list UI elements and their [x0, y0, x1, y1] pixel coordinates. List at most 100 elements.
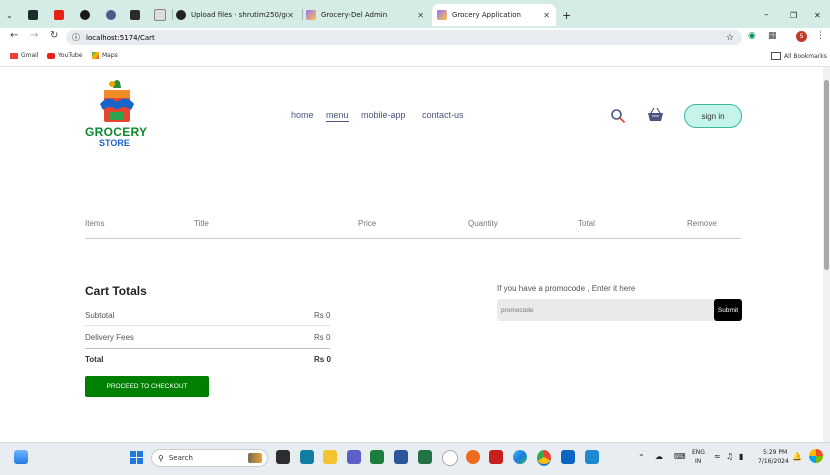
logo[interactable] [96, 78, 138, 124]
tab-github[interactable]: Upload files · shrutim250/groc ✕ [176, 4, 300, 26]
volume-icon[interactable]: ♫ [726, 452, 733, 461]
promo-instructions: If you have a promocode , Enter it here [497, 284, 636, 293]
minimize-button[interactable]: – [764, 4, 769, 26]
column-header-items: Items [85, 219, 105, 228]
app-icon[interactable] [442, 450, 458, 466]
edge-icon[interactable] [513, 450, 527, 464]
search-highlight-icon [248, 453, 262, 463]
nav-home[interactable]: home [291, 110, 314, 120]
nav-contact-us[interactable]: contact-us [422, 110, 464, 120]
app-icon [154, 9, 166, 21]
app-icon [80, 10, 90, 20]
tab-grocery-application[interactable]: Grocery Application ✕ [432, 4, 556, 26]
proceed-to-checkout-button[interactable]: PROCEED TO CHECKOUT [85, 376, 209, 397]
app-icon[interactable] [370, 450, 384, 464]
widgets-icon[interactable] [14, 450, 28, 464]
pinned-tab-4[interactable] [106, 4, 124, 26]
all-bookmarks[interactable]: All Bookmarks [771, 52, 827, 60]
battery-icon[interactable]: ▮ [739, 452, 743, 461]
pinned-tab-3[interactable] [80, 4, 98, 26]
promo-submit-button[interactable]: Submit [714, 299, 742, 321]
nav-mobile-app[interactable]: mobile-app [361, 110, 406, 120]
youtube-icon [47, 52, 55, 59]
delivery-fees-label: Delivery Fees [85, 333, 134, 342]
close-icon[interactable]: ✕ [417, 11, 430, 20]
tab-label: Grocery-Del Admin [321, 11, 388, 19]
scrollbar-thumb[interactable] [824, 80, 829, 270]
table-divider [85, 238, 741, 239]
vscode-icon[interactable] [585, 450, 599, 464]
teams-icon[interactable] [347, 450, 361, 464]
task-view-icon[interactable] [276, 450, 290, 464]
bookmark-gmail[interactable]: Gmail [10, 52, 39, 59]
restore-button[interactable]: ❐ [790, 4, 797, 26]
sign-in-button[interactable]: sign in [684, 104, 742, 128]
promocode-input[interactable] [501, 303, 701, 317]
new-tab-button[interactable]: + [562, 4, 576, 26]
pinned-tab-2[interactable] [54, 4, 72, 26]
bookmark-youtube[interactable]: YouTube [47, 52, 82, 59]
copilot-icon[interactable] [809, 449, 823, 463]
back-arrow-icon[interactable]: ← [10, 30, 18, 41]
youtube-icon [54, 10, 64, 20]
app-icon [106, 10, 116, 20]
language-line2[interactable]: IN [695, 458, 701, 465]
linkedin-icon[interactable] [561, 450, 575, 464]
window-close-button[interactable]: ✕ [814, 4, 821, 26]
nav-menu[interactable]: menu [326, 110, 349, 122]
puzzle-icon[interactable]: ▦ [768, 31, 777, 41]
bookmark-label: All Bookmarks [784, 52, 827, 60]
vite-icon [437, 10, 447, 20]
profile-avatar[interactable]: S [796, 31, 807, 42]
divider [85, 348, 330, 349]
keyboard-icon[interactable]: ⌨ [674, 452, 686, 461]
excel-icon[interactable] [418, 450, 432, 464]
star-icon[interactable]: ☆ [726, 33, 734, 43]
pinned-tab-1[interactable] [28, 4, 46, 26]
app-icon[interactable] [300, 450, 314, 464]
taskbar [0, 442, 830, 475]
basket-icon[interactable] [647, 107, 664, 123]
site-info-icon[interactable]: ⓘ [72, 32, 80, 43]
extension-icon[interactable]: ◉ [748, 31, 756, 41]
chrome-icon[interactable] [537, 450, 551, 466]
bookmarks-bar: Gmail YouTube Maps All Bookmarks [0, 48, 830, 67]
cloud-icon[interactable]: ☁ [655, 452, 663, 461]
delivery-fees-value: Rs 0 [314, 333, 331, 342]
chevron-up-icon[interactable]: ⌃ [638, 453, 645, 462]
pinned-tab-5[interactable] [130, 4, 148, 26]
app-icon[interactable] [466, 450, 480, 464]
pdf-icon[interactable] [489, 450, 503, 464]
forward-arrow-icon[interactable]: → [30, 30, 38, 41]
search-icon[interactable] [610, 108, 626, 124]
bookmark-label: YouTube [58, 52, 83, 59]
column-header-quantity: Quantity [468, 219, 498, 228]
tab-label: Upload files · shrutim250/groc [191, 11, 288, 19]
taskbar-search[interactable]: ⚲ Search [151, 449, 268, 467]
clock-time[interactable]: 5:29 PM [763, 449, 787, 456]
tab-admin[interactable]: Grocery-Del Admin ✕ [306, 4, 430, 26]
maps-icon [92, 52, 99, 59]
language-line1[interactable]: ENG [692, 449, 705, 456]
subtotal-value: Rs 0 [314, 311, 331, 320]
bookmark-maps[interactable]: Maps [92, 52, 118, 59]
column-header-total: Total [578, 219, 595, 228]
wifi-icon[interactable]: ≈ [714, 452, 721, 461]
logo-text-grocery: GROCERY [85, 125, 148, 139]
logo-text-store: STORE [99, 138, 130, 148]
bell-icon[interactable]: 🔔 [792, 452, 802, 461]
windows-start-icon[interactable] [130, 451, 143, 464]
cart-totals-title: Cart Totals [85, 284, 147, 298]
pinned-tab-6[interactable] [154, 4, 172, 26]
plus-icon: + [562, 8, 572, 22]
word-icon[interactable] [394, 450, 408, 464]
clock-date[interactable]: 7/16/2024 [758, 458, 789, 465]
url-field[interactable]: ⓘ localhost:5174/Cart ☆ [66, 30, 742, 45]
tab-search-button[interactable]: ⌄ [6, 4, 20, 26]
file-explorer-icon[interactable] [323, 450, 337, 464]
divider [85, 325, 330, 326]
menu-icon[interactable]: ⋮ [816, 31, 825, 41]
close-icon[interactable]: ✕ [287, 11, 300, 20]
close-icon[interactable]: ✕ [543, 11, 556, 20]
reload-icon[interactable]: ↻ [50, 30, 58, 41]
